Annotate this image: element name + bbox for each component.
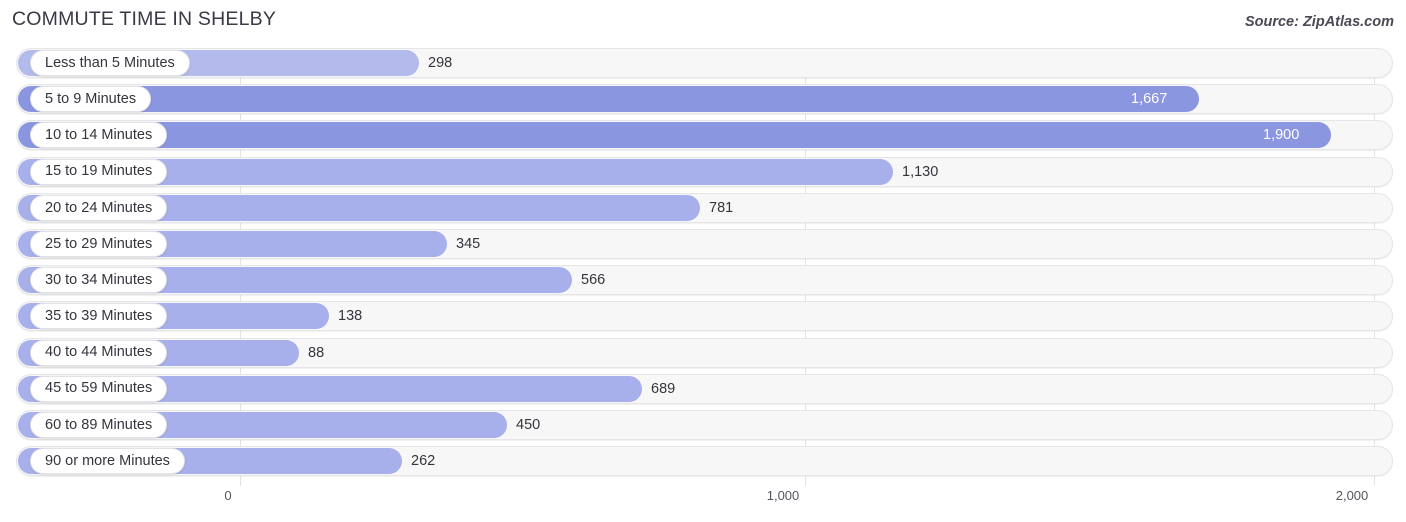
bar-rows: Less than 5 Minutes 298 5 to 9 Minutes 1,66… xyxy=(0,48,1406,482)
bar-row[interactable]: 10 to 14 Minutes 1,900 xyxy=(0,120,1406,151)
category-label-pill: 5 to 9 Minutes xyxy=(30,86,152,113)
category-label: 40 to 44 Minutes xyxy=(45,344,153,361)
category-label: 15 to 19 Minutes xyxy=(45,163,153,180)
category-label: 60 to 89 Minutes xyxy=(45,416,153,433)
bar-row[interactable]: 30 to 34 Minutes 566 xyxy=(0,265,1406,296)
category-label: Less than 5 Minutes xyxy=(45,54,175,71)
bar-value-label: 262 xyxy=(411,453,436,470)
bar-value-label: 88 xyxy=(308,344,325,361)
bar-row[interactable]: 20 to 24 Minutes 781 xyxy=(0,192,1406,223)
category-label-pill: 30 to 34 Minutes xyxy=(30,267,168,294)
category-label-pill: 60 to 89 Minutes xyxy=(30,411,168,438)
x-axis-tick-label: 1,000 xyxy=(766,488,800,503)
bar-row[interactable]: 5 to 9 Minutes 1,667 xyxy=(0,84,1406,115)
bar-row[interactable]: 15 to 19 Minutes 1,130 xyxy=(0,156,1406,187)
category-label: 35 to 39 Minutes xyxy=(45,308,153,325)
bar-row[interactable]: 35 to 39 Minutes 138 xyxy=(0,301,1406,332)
category-label-pill: 25 to 29 Minutes xyxy=(30,230,168,257)
bar[interactable] xyxy=(18,86,1199,113)
category-label-pill: 35 to 39 Minutes xyxy=(30,303,168,330)
bar-row[interactable]: 40 to 44 Minutes 88 xyxy=(0,337,1406,368)
bar-value-label: 1,667 xyxy=(1131,91,1168,108)
category-label-pill: Less than 5 Minutes xyxy=(30,50,190,76)
category-label-pill: 40 to 44 Minutes xyxy=(30,339,168,366)
bar-row[interactable]: 25 to 29 Minutes 345 xyxy=(0,228,1406,259)
category-label-pill: 20 to 24 Minutes xyxy=(30,194,168,221)
bar-value-label: 566 xyxy=(581,272,606,289)
category-label: 10 to 14 Minutes xyxy=(45,127,153,144)
bar-row[interactable]: 45 to 59 Minutes 689 xyxy=(0,373,1406,404)
bar-value-label: 450 xyxy=(516,416,541,433)
plot-area: Less than 5 Minutes 298 5 to 9 Minutes 1,66… xyxy=(0,48,1406,486)
category-label-pill: 10 to 14 Minutes xyxy=(30,122,168,149)
bar-value-label: 1,130 xyxy=(902,163,939,180)
x-axis-tick-label: 0 xyxy=(224,488,232,503)
bar-value-label: 345 xyxy=(456,235,481,252)
category-label: 20 to 24 Minutes xyxy=(45,199,153,216)
category-label: 45 to 59 Minutes xyxy=(45,380,153,397)
bar-value-label: 781 xyxy=(709,199,734,216)
page-title: COMMUTE TIME IN SHELBY xyxy=(12,8,277,30)
bar-value-label: 1,900 xyxy=(1263,127,1300,144)
bar-value-label: 298 xyxy=(428,55,453,71)
bar-value-label: 138 xyxy=(338,308,363,325)
bar[interactable] xyxy=(18,122,1331,149)
category-label-pill: 90 or more Minutes xyxy=(30,448,185,475)
x-axis: 0 1,000 2,000 xyxy=(0,486,1406,522)
x-axis-tick-label: 2,000 xyxy=(1335,488,1369,503)
chart-container: COMMUTE TIME IN SHELBY Source: ZipAtlas.… xyxy=(0,0,1406,522)
category-label-pill: 45 to 59 Minutes xyxy=(30,375,168,402)
category-label: 25 to 29 Minutes xyxy=(45,235,153,252)
category-label: 30 to 34 Minutes xyxy=(45,271,153,288)
category-label: 90 or more Minutes xyxy=(45,452,170,469)
bar-row[interactable]: Less than 5 Minutes 298 xyxy=(0,48,1406,78)
source-attribution: Source: ZipAtlas.com xyxy=(1244,14,1394,30)
category-label: 5 to 9 Minutes xyxy=(45,90,137,107)
category-label-pill: 15 to 19 Minutes xyxy=(30,158,168,185)
bar-row[interactable]: 60 to 89 Minutes 450 xyxy=(0,409,1406,440)
bar-row[interactable]: 90 or more Minutes 262 xyxy=(0,446,1406,477)
bar-value-label: 689 xyxy=(651,380,676,397)
